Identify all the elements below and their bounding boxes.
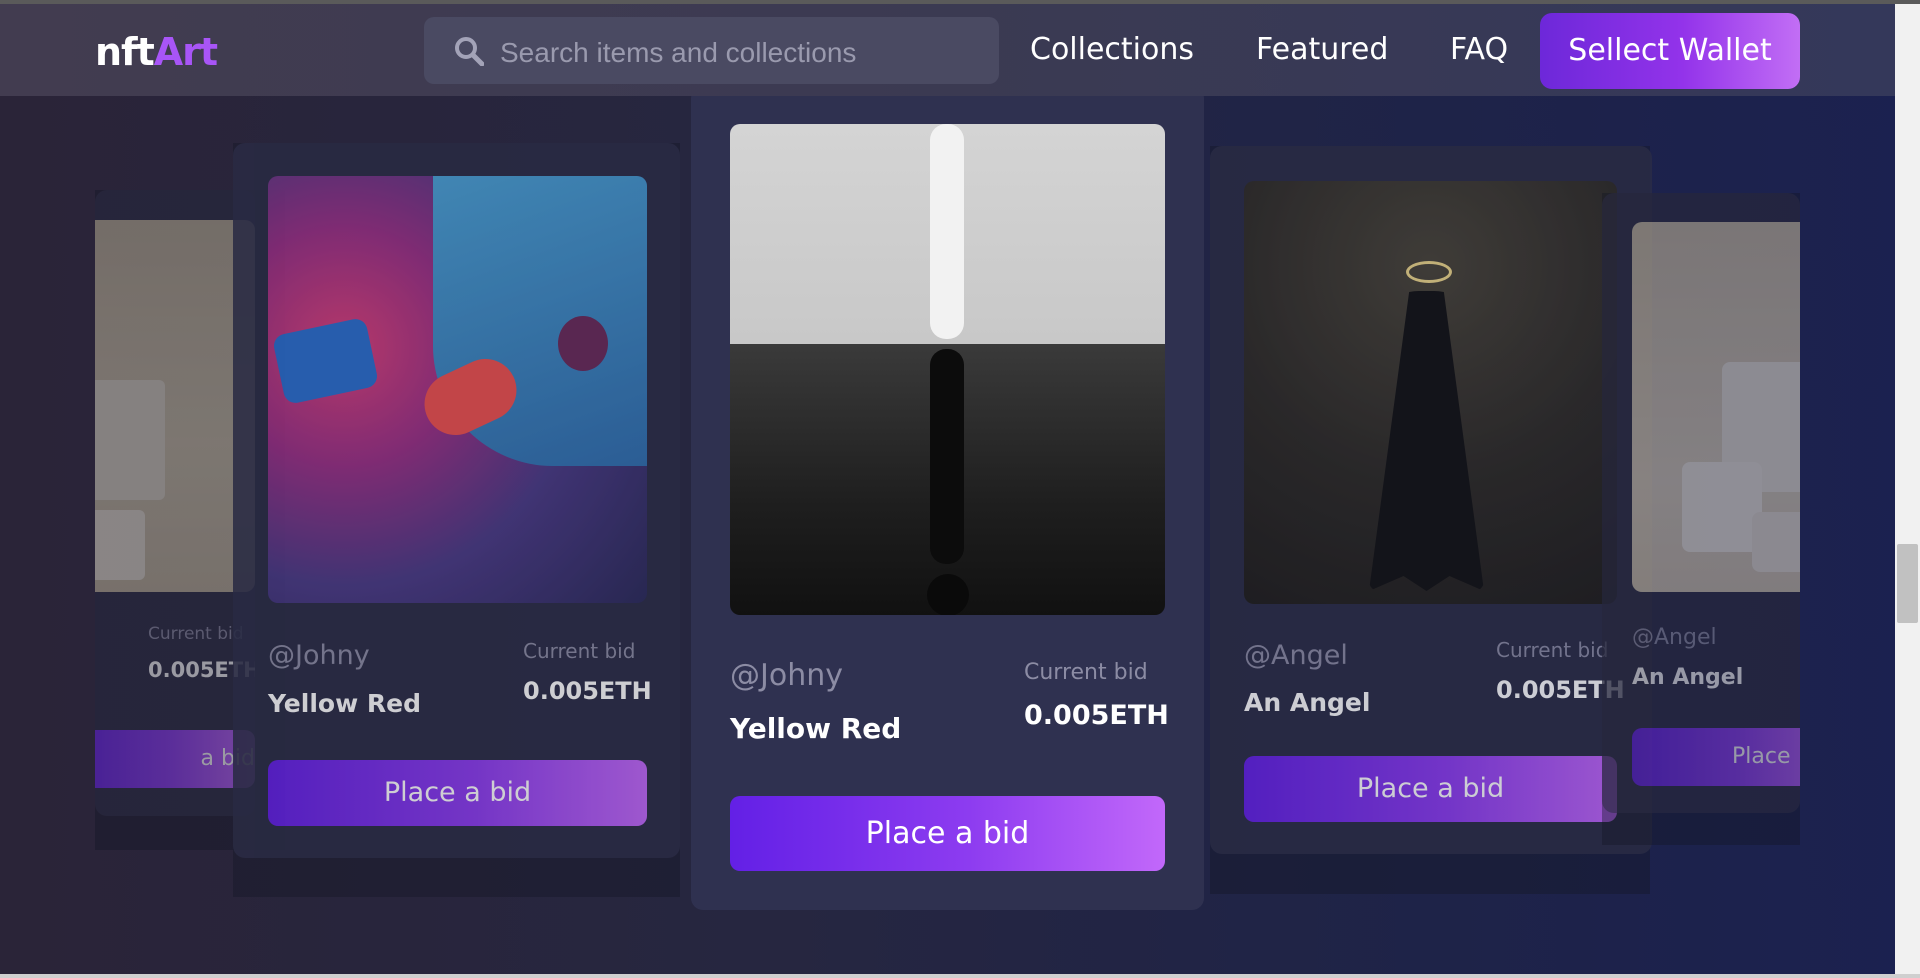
nft-card-far-left[interactable]: Current bid 0.005ETH a bid bbox=[95, 190, 255, 816]
navbar: nftArt Search items and collections Coll… bbox=[0, 4, 1895, 96]
nft-title: Yellow Red bbox=[730, 712, 902, 745]
nav-link-featured[interactable]: Featured bbox=[1256, 32, 1388, 67]
place-bid-button[interactable]: a bid bbox=[95, 730, 255, 788]
current-bid-value: 0.005ETH bbox=[1024, 700, 1169, 731]
brand-logo-part1: nft bbox=[95, 30, 155, 74]
creator-handle: @Angel bbox=[1632, 625, 1717, 650]
nft-card-right[interactable]: @Angel An Angel Current bid 0.005ETH Pla… bbox=[1210, 146, 1652, 854]
search-input[interactable]: Search items and collections bbox=[424, 17, 999, 84]
creator-handle: @Angel bbox=[1244, 640, 1348, 671]
scrollbar-thumb[interactable] bbox=[1897, 544, 1918, 623]
current-bid-label: Current bid bbox=[1496, 638, 1609, 662]
current-bid-label: Current bid bbox=[523, 639, 636, 663]
brand-logo[interactable]: nftArt bbox=[95, 30, 218, 74]
brand-logo-part2: Art bbox=[153, 30, 218, 74]
place-bid-button[interactable]: Place a bid bbox=[268, 760, 647, 826]
place-bid-button[interactable]: Place a bid bbox=[1244, 756, 1617, 822]
nav-link-collections[interactable]: Collections bbox=[1030, 32, 1194, 67]
creator-handle: @Johny bbox=[268, 640, 370, 671]
scrollbar-track[interactable] bbox=[1895, 4, 1920, 978]
creator-handle: @Johny bbox=[730, 658, 843, 693]
nft-title: An Angel bbox=[1244, 688, 1371, 717]
browser-bottom-border bbox=[0, 974, 1920, 978]
nav-link-faq[interactable]: FAQ bbox=[1450, 32, 1508, 67]
card-image bbox=[268, 176, 647, 603]
nft-title: An Angel bbox=[1632, 665, 1744, 690]
search-icon bbox=[455, 37, 484, 66]
nft-card-center[interactable]: @Johny Yellow Red Current bid 0.005ETH P… bbox=[691, 86, 1204, 910]
card-image bbox=[1244, 181, 1617, 604]
current-bid-value: 0.005ETH bbox=[523, 677, 652, 705]
card-image bbox=[1632, 222, 1800, 592]
nft-card-left[interactable]: @Johny Yellow Red Current bid 0.005ETH P… bbox=[233, 143, 680, 858]
nft-title: Yellow Red bbox=[268, 689, 421, 718]
place-bid-button[interactable]: Place a bid bbox=[730, 796, 1165, 871]
place-bid-button[interactable]: Place bbox=[1632, 728, 1800, 786]
card-image bbox=[730, 124, 1165, 615]
select-wallet-button[interactable]: Sellect Wallet bbox=[1540, 13, 1800, 89]
current-bid-label: Current bid bbox=[148, 624, 244, 644]
card-image bbox=[95, 220, 255, 592]
nft-card-far-right[interactable]: @Angel An Angel Place bbox=[1602, 193, 1800, 813]
search-placeholder: Search items and collections bbox=[500, 37, 857, 68]
current-bid-label: Current bid bbox=[1024, 660, 1148, 685]
